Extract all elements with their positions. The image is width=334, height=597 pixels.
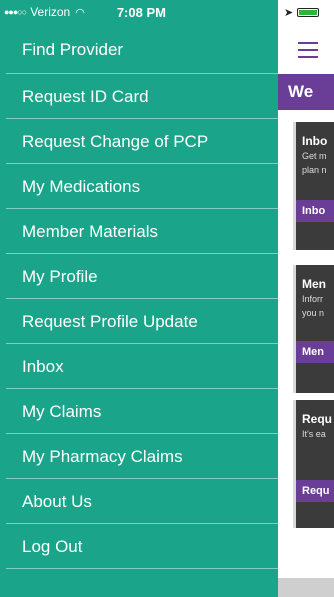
menu-item-my-pharmacy-claims[interactable]: My Pharmacy Claims (6, 434, 278, 479)
hamburger-menu-icon[interactable] (298, 42, 318, 63)
menu-item-my-profile[interactable]: My Profile (6, 254, 278, 299)
menu-item-my-medications[interactable]: My Medications (6, 164, 278, 209)
inbox-card[interactable]: Inbo Get m plan n Inbo (296, 122, 334, 250)
menu-item-log-out[interactable]: Log Out (6, 524, 278, 569)
card-title: Inbo (302, 134, 328, 148)
card-description: Inforr (302, 294, 324, 304)
navigation-drawer: ●●●○○ Verizon ◠ 7:08 PM Find Provider Re… (0, 0, 278, 597)
menu-item-request-profile-update[interactable]: Request Profile Update (6, 299, 278, 344)
member-materials-card[interactable]: Men Inforr you n Men (296, 265, 334, 393)
status-bar-right: ➤ (278, 0, 334, 24)
location-arrow-icon: ➤ (284, 6, 294, 19)
menu-item-about-us[interactable]: About Us (6, 479, 278, 524)
status-bar: ●●●○○ Verizon ◠ 7:08 PM (0, 0, 278, 24)
welcome-banner: We (278, 74, 334, 110)
menu-item-request-change-of-pcp[interactable]: Request Change of PCP (6, 119, 278, 164)
card-description: Get m (302, 151, 327, 161)
card-title: Men (302, 277, 326, 291)
request-card-button[interactable]: Requ (296, 480, 334, 502)
wifi-icon: ◠ (75, 6, 85, 19)
menu-item-request-id-card[interactable]: Request ID Card (6, 74, 278, 119)
bottom-bar (278, 578, 334, 597)
menu-item-my-claims[interactable]: My Claims (6, 389, 278, 434)
card-description: plan n (302, 165, 327, 175)
inbox-card-button[interactable]: Inbo (296, 200, 334, 222)
drawer-menu: Find Provider Request ID Card Request Ch… (6, 30, 278, 569)
card-description: you n (302, 308, 325, 318)
battery-icon (297, 7, 320, 17)
menu-item-inbox[interactable]: Inbox (6, 344, 278, 389)
card-title: Requ (302, 412, 332, 426)
signal-strength-icon: ●●●○○ (4, 7, 27, 17)
card-description: It's ea (302, 429, 326, 439)
carrier-name: Verizon (30, 5, 71, 19)
background-page: ➤ We Inbo Get m plan n Inbo Men Inforr y… (278, 0, 334, 597)
request-card[interactable]: Requ It's ea Requ (296, 400, 334, 528)
menu-item-member-materials[interactable]: Member Materials (6, 209, 278, 254)
status-time: 7:08 PM (116, 4, 166, 20)
member-materials-card-button[interactable]: Men (296, 341, 334, 363)
menu-item-find-provider[interactable]: Find Provider (6, 30, 278, 74)
